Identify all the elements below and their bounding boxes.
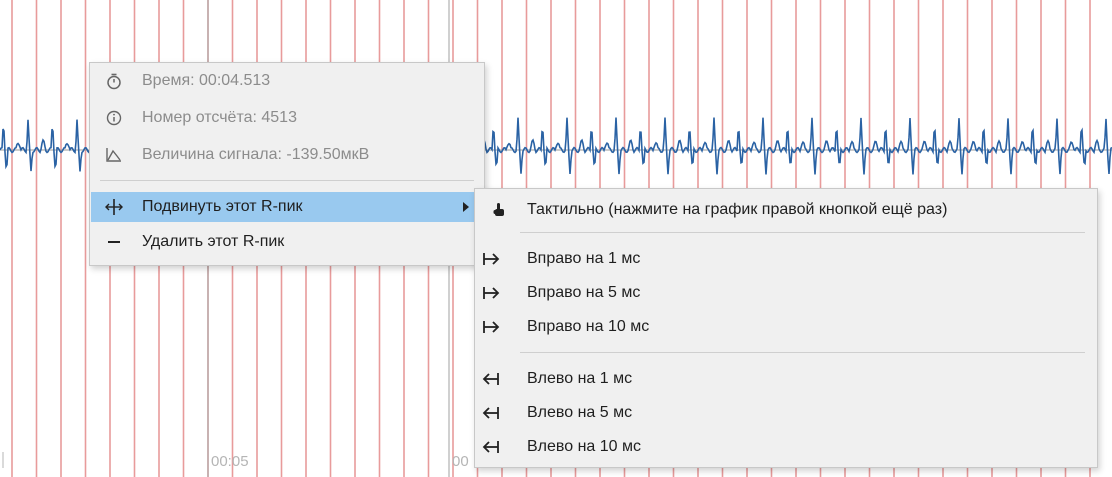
time-tick-label: 00 [452,453,469,470]
move-left-10-label: Влево на 10 мс [527,438,641,455]
menu-separator [520,352,1085,353]
move-peak-icon [103,196,125,218]
move-right-5-item[interactable]: Вправо на 5 мс [476,278,1096,308]
move-left-5-item[interactable]: Влево на 5 мс [476,398,1096,428]
stopwatch-icon [103,70,125,92]
info-signal: Величина сигнала: -139.50мкВ [91,140,483,170]
submenu-arrow-icon [463,202,469,212]
minus-icon [103,231,125,253]
move-right-10-label: Вправо на 10 мс [527,318,650,335]
arrow-left-bar-icon [480,436,502,458]
tactile-move-item[interactable]: Тактильно (нажмите на график правой кноп… [476,195,1096,225]
move-peak-item[interactable]: Подвинуть этот R-пик [91,192,483,222]
context-menu: Время: 00:04.513 Номер отсчёта: 4513 Вел… [89,62,485,266]
arrow-right-bar-icon [480,282,502,304]
move-right-1-label: Вправо на 1 мс [527,250,641,267]
move-right-1-item[interactable]: Вправо на 1 мс [476,244,1096,274]
sample-label: Номер отсчёта: 4513 [142,109,297,126]
delete-peak-label: Удалить этот R-пик [142,233,285,250]
info-sample: Номер отсчёта: 4513 [91,103,483,133]
arrow-right-bar-icon [480,316,502,338]
move-left-1-item[interactable]: Влево на 1 мс [476,364,1096,394]
hand-pointer-icon [488,199,510,221]
info-time: Время: 00:04.513 [91,66,483,96]
move-right-10-item[interactable]: Вправо на 10 мс [476,312,1096,342]
menu-separator [100,180,474,181]
time-label: Время: 00:04.513 [142,72,271,89]
move-left-5-label: Влево на 5 мс [527,404,633,421]
arrow-right-bar-icon [480,248,502,270]
signal-label: Величина сигнала: -139.50мкВ [142,146,370,163]
arrow-left-bar-icon [480,368,502,390]
signal-wave-icon [103,144,125,166]
move-peak-label: Подвинуть этот R-пик [142,198,303,215]
info-icon [103,107,125,129]
time-tick-label: 00:05 [211,453,249,470]
delete-peak-item[interactable]: Удалить этот R-пик [91,227,483,257]
arrow-left-bar-icon [480,402,502,424]
menu-separator [520,232,1085,233]
tactile-label: Тактильно (нажмите на график правой кноп… [527,201,948,218]
move-left-1-label: Влево на 1 мс [527,370,633,387]
move-left-10-item[interactable]: Влево на 10 мс [476,432,1096,462]
move-right-5-label: Вправо на 5 мс [527,284,641,301]
move-peak-submenu: Тактильно (нажмите на график правой кноп… [474,188,1098,468]
